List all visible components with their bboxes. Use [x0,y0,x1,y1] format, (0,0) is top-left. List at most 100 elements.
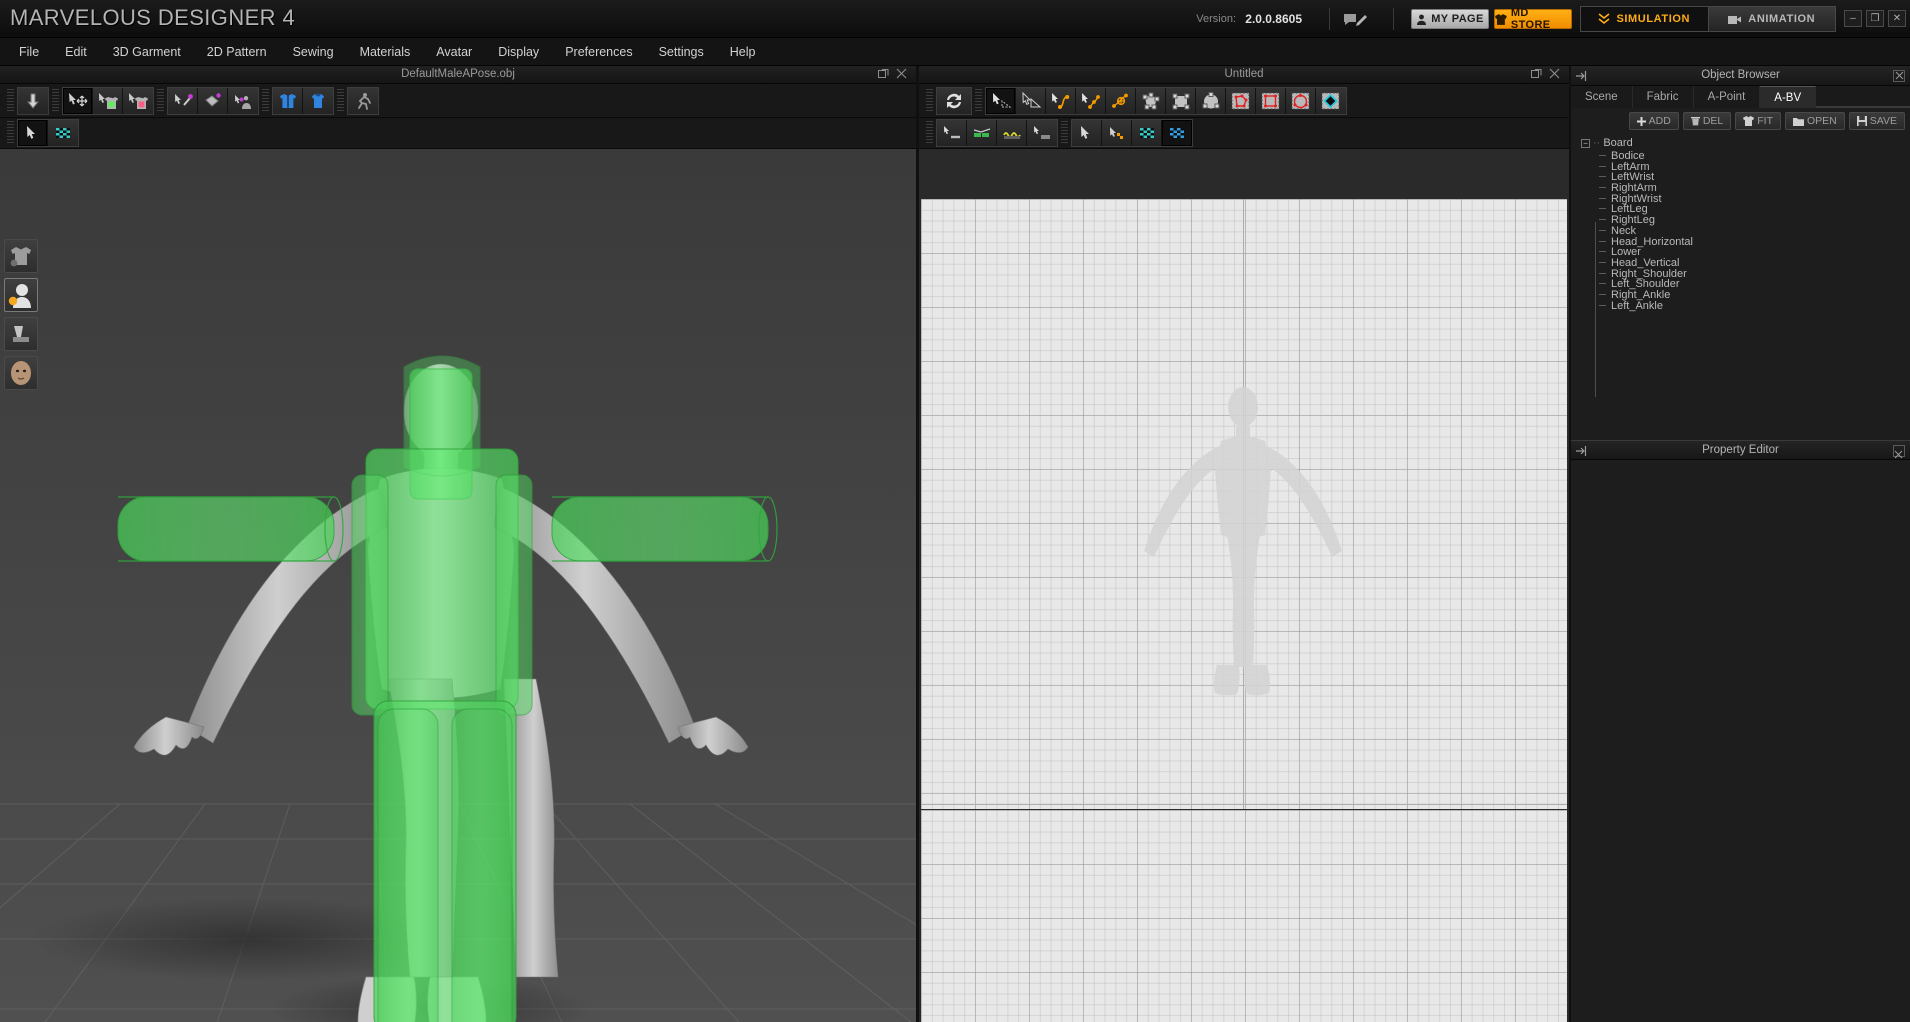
fold-arrangement-tool[interactable] [198,87,228,114]
menu-item-sewing[interactable]: Sewing [280,41,347,63]
toolbar-grip[interactable] [52,88,59,113]
internal-circle-tool[interactable] [1286,87,1316,114]
pin-tool[interactable] [168,87,198,114]
tree-item-rightarm[interactable]: RightArm [1581,182,1910,194]
toolbar-grip[interactable] [7,88,14,113]
2d-viewport[interactable] [919,149,1569,1022]
tab-fabric[interactable]: Fabric [1632,86,1694,108]
select-mesh-tool[interactable] [93,87,123,114]
3d-viewport[interactable] [0,149,916,1022]
circle-tool[interactable] [1196,87,1226,114]
menu-item-3d-garment[interactable]: 3D Garment [100,41,194,63]
transform-garment-tool[interactable] [63,87,93,114]
tree-item-leftwrist[interactable]: LeftWrist [1581,171,1910,183]
arrangement-bounding-volume-tool[interactable] [303,87,333,114]
internal-polygon-tool[interactable] [1226,87,1256,114]
show-avatar-motion-tool[interactable] [348,87,378,114]
free-sewing-tool[interactable] [967,120,997,146]
tree-item-bodice[interactable]: Bodice [1581,150,1910,162]
tree-expander[interactable]: − [1581,138,1590,148]
menu-item-settings[interactable]: Settings [646,41,717,63]
open-button[interactable]: OPEN [1785,112,1845,130]
md-store-button[interactable]: MD STORE [1494,7,1572,31]
my-page-button[interactable]: MY PAGE [1411,9,1489,29]
head-icon[interactable] [4,356,38,390]
tree-item-lower[interactable]: Lower [1581,246,1910,258]
tree-item-leftleg[interactable]: LeftLeg [1581,203,1910,215]
tree-item-rightwrist[interactable]: RightWrist [1581,193,1910,205]
close-icon[interactable] [894,68,908,82]
toolbar-grip[interactable] [337,88,344,113]
tree-item-head-vertical[interactable]: Head_Vertical [1581,257,1910,269]
menu-item-materials[interactable]: Materials [347,41,424,63]
select-mesh-box-tool[interactable] [123,87,153,114]
tack-on-avatar-tool[interactable] [228,87,258,114]
menu-item-display[interactable]: Display [485,41,552,63]
mesh-tool-2d[interactable] [1132,120,1162,146]
rectangle-tool[interactable] [1166,87,1196,114]
menu-item-edit[interactable]: Edit [52,41,100,63]
add-button[interactable]: ADD [1628,112,1679,130]
select-tool-2d[interactable] [1072,120,1102,146]
internal-point-tool[interactable] [1316,87,1346,114]
edit-pattern-tool[interactable] [986,87,1016,114]
toolbar-grip[interactable] [1061,121,1068,145]
tree-item-right-ankle[interactable]: Right_Ankle [1581,289,1910,301]
edit-sewing-tool[interactable] [1027,120,1057,146]
simulation-mode-button[interactable]: SIMULATION [1581,7,1709,31]
avatar-icon[interactable] [4,278,38,312]
avatar-mannequin[interactable] [0,149,916,1022]
select-mesh-checker-tool[interactable] [48,120,78,146]
sync-pattern-tool[interactable] [937,87,971,114]
shoes-icon[interactable] [4,317,38,351]
save-button[interactable]: SAVE [1848,112,1905,130]
del-button[interactable]: DEL [1682,112,1732,130]
pattern-tex-tool[interactable] [1102,120,1132,146]
tree-item-left-ankle[interactable]: Left_Ankle [1581,300,1910,312]
toolbar-grip[interactable] [7,121,14,145]
window-minimize-button[interactable]: – [1844,10,1862,27]
window-close-button[interactable]: ✕ [1888,10,1906,27]
restore-icon[interactable] [1529,68,1543,82]
tree-item-head-horizontal[interactable]: Head_Horizontal [1581,236,1910,248]
tree-item-leftarm[interactable]: LeftArm [1581,161,1910,173]
tree-item-left-shoulder[interactable]: Left_Shoulder [1581,278,1910,290]
tree-root-board[interactable]: − ·· Board [1581,136,1910,150]
menu-item-file[interactable]: File [6,41,52,63]
tab-a-bv[interactable]: A-BV [1760,86,1817,108]
menu-item-help[interactable]: Help [717,41,769,63]
m-n-sewing-tool[interactable] [997,120,1027,146]
sewing-segment-tool[interactable] [937,120,967,146]
tree-item-rightleg[interactable]: RightLeg [1581,214,1910,226]
menu-item-preferences[interactable]: Preferences [552,41,645,63]
toolbar-grip[interactable] [926,88,933,113]
toolbar-grip[interactable] [975,88,982,113]
tree-item-neck[interactable]: Neck [1581,225,1910,237]
add-point-split-line-tool[interactable] [1106,87,1136,114]
toolbar-grip[interactable] [262,88,269,113]
close-icon[interactable] [1547,68,1561,82]
tab-scene[interactable]: Scene [1571,86,1633,108]
restore-icon[interactable] [876,68,890,82]
toolbar-grip[interactable] [157,88,164,113]
close-box-icon[interactable] [1893,70,1905,82]
animation-mode-button[interactable]: ANIMATION [1708,7,1835,31]
chat-pencil-icon[interactable] [1340,10,1370,30]
window-maximize-button[interactable]: ❐ [1866,10,1884,27]
menu-item-avatar[interactable]: Avatar [423,41,485,63]
garment-icon[interactable] [4,239,38,273]
arrangement-points-tool[interactable] [273,87,303,114]
select-tool-3d[interactable] [18,120,48,146]
tree-item-right-shoulder[interactable]: Right_Shoulder [1581,268,1910,280]
transform-pattern-tool[interactable] [1016,87,1046,114]
gravity-drop-tool[interactable] [18,87,48,114]
edit-curve-point-tool[interactable] [1046,87,1076,114]
polygon-tool[interactable] [1136,87,1166,114]
internal-rectangle-tool[interactable] [1256,87,1286,114]
toolbar-grip[interactable] [926,121,933,145]
mesh-blue-tool-2d[interactable] [1162,120,1192,146]
edit-curvature-tool[interactable] [1076,87,1106,114]
close-box-icon-property[interactable] [1893,445,1905,459]
fit-button[interactable]: FIT [1735,112,1781,130]
tab-a-point[interactable]: A-Point [1693,86,1761,108]
